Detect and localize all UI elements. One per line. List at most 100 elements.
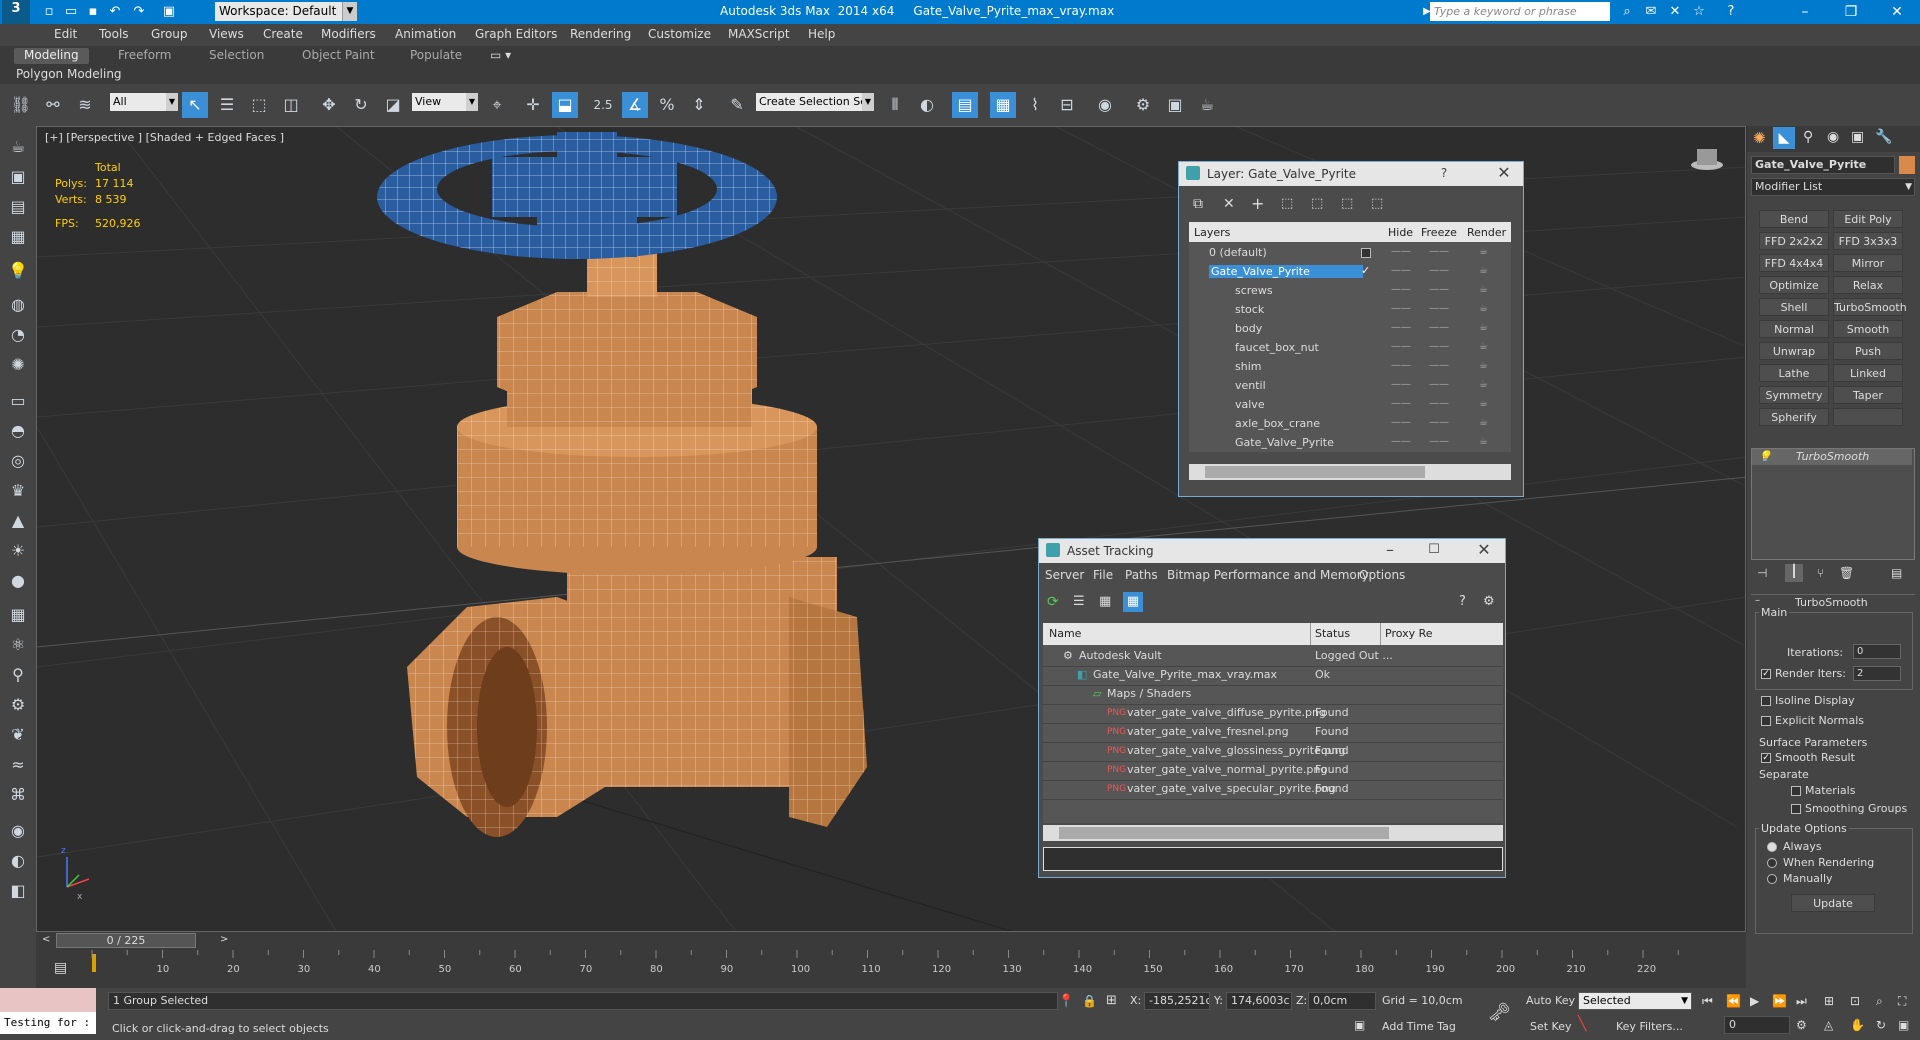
modifier-button-normal[interactable]: Normal [1759,320,1829,338]
hide-toggle[interactable]: —— [1391,246,1411,257]
next-frame-icon[interactable]: > [220,934,228,945]
help-icon[interactable]: ? [1722,3,1740,21]
menu-modifiers[interactable]: Modifiers [321,27,376,41]
pivot-center-icon[interactable]: ⌖ [484,92,510,118]
freeze-toggle[interactable]: —— [1429,284,1449,295]
render-frame-icon[interactable]: ▣ [5,164,31,190]
asset-row[interactable]: ⚙ Autodesk Vault Logged Out ... [1043,647,1503,667]
binoculars-icon[interactable]: ⌕ [1618,3,1636,21]
menu-create[interactable]: Create [263,27,303,41]
utilities-tab-icon[interactable]: 🔧 [1875,129,1892,145]
selection-filter-dropdown[interactable]: All ▼ [110,93,178,111]
layer-hscrollbar[interactable] [1189,464,1511,480]
field-of-view-icon[interactable]: ◬ [1824,1018,1833,1032]
key-selection-dropdown[interactable]: Selected ▼ [1578,992,1692,1010]
isoline-checkbox[interactable] [1761,696,1771,706]
restore-button[interactable]: ❐ [1828,0,1874,24]
layer-row[interactable]: valve —— —— ☕ [1189,396,1511,415]
cone-icon[interactable]: ▲ [5,508,31,534]
menu-edit[interactable]: Edit [54,27,77,41]
named-selection-dropdown[interactable]: Create Selection Se ▼ [756,93,874,111]
column-layers[interactable]: Layers [1194,226,1230,239]
previous-key-icon[interactable]: ⏪ [1726,994,1741,1008]
pin-icon[interactable]: 📍 [1058,994,1074,1009]
window-crossing-icon[interactable]: ◫ [278,92,304,118]
render-teapot-icon[interactable]: ☕ [1479,265,1488,276]
iterations-spinner[interactable]: 0 [1853,644,1901,659]
viewport-label[interactable]: [+] [Perspective ] [Shaded + Edged Faces… [45,131,284,144]
key-icon[interactable]: 🗝 [1488,1002,1511,1023]
hide-toggle[interactable]: —— [1391,265,1411,276]
hide-toggle[interactable]: —— [1391,379,1411,390]
freeze-toggle[interactable]: —— [1429,379,1449,390]
material-sphere-icon[interactable]: ◐ [5,848,31,874]
asset-path-field[interactable] [1043,847,1503,871]
set-key-button[interactable]: Set Key [1530,1020,1572,1033]
go-to-start-icon[interactable]: ⏮ [1702,994,1713,1009]
maximize-toggle-icon[interactable]: ▣ [1898,1018,1909,1032]
zoom-icon[interactable]: ⌕ [1876,994,1883,1009]
curve-editor-icon[interactable]: ⌇ [1022,92,1048,118]
minimize-button[interactable]: – [1782,0,1828,24]
menu-group[interactable]: Group [151,27,188,41]
modifier-button-smooth[interactable]: Smooth [1833,320,1903,338]
time-slider-thumb[interactable]: 0 / 225 [56,933,196,948]
make-unique-icon[interactable]: ⑂ [1817,566,1824,580]
explicit-normals-checkbox[interactable] [1761,716,1771,726]
stack-item[interactable]: 💡 TurboSmooth [1752,449,1912,465]
menu-help[interactable]: Help [808,27,835,41]
close-button[interactable]: ✕ [1469,540,1499,559]
viewcube-icon[interactable] [1691,149,1723,170]
mirror-icon[interactable]: ⫴ [882,92,908,118]
settings-icon[interactable]: ⚙ [1483,594,1495,609]
absolute-mode-icon[interactable]: ⊞ [1106,993,1117,1008]
manually-radio[interactable] [1767,874,1777,884]
asset-row[interactable]: PNG vater_gate_valve_specular_pyrite.png F… [1043,780,1503,800]
asset-dialog-titlebar[interactable]: Asset Tracking – ☐ ✕ [1039,539,1505,563]
keyboard-shortcut-override-icon[interactable]: ⬓ [552,92,578,118]
project-folder-icon[interactable]: ▣ [160,3,178,21]
asset-row[interactable]: PNG vater_gate_valve_fresnel.png Found [1043,723,1503,743]
render-teapot-icon[interactable]: ☕ [1479,379,1488,390]
cloth-icon[interactable]: ⌘ [5,782,31,808]
go-to-end-icon[interactable]: ⏭ [1796,994,1807,1009]
menu-options[interactable]: Options [1359,568,1405,582]
link-icon[interactable]: ⛓ [8,92,34,118]
hide-toggle[interactable]: —— [1391,322,1411,333]
orbit-icon[interactable]: ↻ [1876,1018,1886,1032]
list-view-icon[interactable]: ☰ [1073,594,1085,609]
column-name[interactable]: Name [1049,627,1081,640]
freeze-toggle[interactable]: —— [1429,265,1449,276]
minimize-button[interactable]: – [1375,540,1405,559]
asset-row[interactable]: PNG vater_gate_valve_diffuse_pyrite.png Fo… [1043,704,1503,724]
column-hide[interactable]: Hide [1388,226,1413,239]
object-name-field[interactable]: Gate_Valve_Pyrite [1751,156,1895,174]
modifier-button-push[interactable]: Push [1833,342,1903,360]
light-bulb-icon[interactable]: 💡 [1758,449,1772,465]
hide-toggle[interactable]: —— [1391,284,1411,295]
key-filters-button[interactable]: Key Filters... [1616,1020,1683,1033]
thumbnail-view-icon[interactable]: ▦ [1099,594,1111,609]
layer-row[interactable]: stock —— —— ☕ [1189,301,1511,320]
modifier-button-lathe[interactable]: Lathe [1759,364,1829,382]
refresh-icon[interactable]: ⟳ [1047,594,1059,610]
delete-layer-icon[interactable]: ✕ [1223,196,1235,212]
zoom-all-icon[interactable]: ⊡ [1850,994,1860,1008]
hide-toggle[interactable]: —— [1391,360,1411,371]
layer-row[interactable]: Gate_Valve_Pyrite ✓ —— —— ☕ [1189,263,1511,282]
modifier-button-spherify[interactable]: Spherify [1759,408,1829,426]
add-to-layer-icon[interactable]: + [1251,194,1264,213]
hide-toggle[interactable]: —— [1391,341,1411,352]
current-layer-checkbox[interactable] [1361,248,1371,258]
freeze-toggle[interactable]: —— [1429,360,1449,371]
x-coordinate-field[interactable]: -185,2521c [1144,992,1210,1010]
rendered-frame-window-icon[interactable]: ▣ [1162,92,1188,118]
modifier-button-mirror[interactable]: Mirror [1833,254,1903,272]
layer-row[interactable]: ventil —— —— ☕ [1189,377,1511,396]
move-icon[interactable]: ✥ [316,92,342,118]
select-by-name-icon[interactable]: ☰ [214,92,240,118]
polygon-modeling-label[interactable]: Polygon Modeling [16,67,122,81]
freeze-toggle[interactable]: —— [1429,322,1449,333]
close-button[interactable]: ✕ [1489,163,1519,182]
modifier-button-optimize[interactable]: Optimize [1759,276,1829,294]
